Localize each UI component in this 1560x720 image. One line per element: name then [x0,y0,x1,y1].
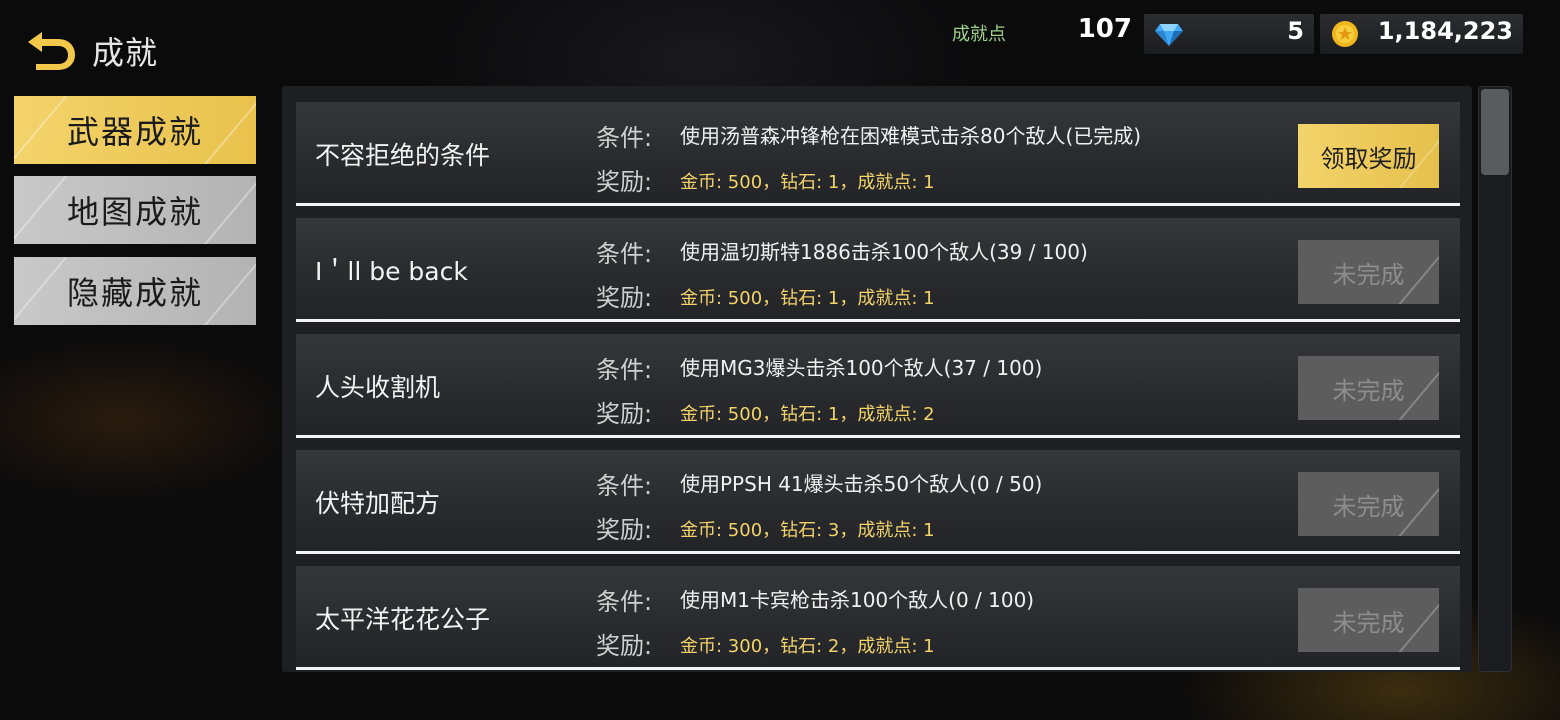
list-scrollbar[interactable] [1478,86,1512,672]
achievement-row: 伏特加配方 条件: 使用PPSH 41爆头击杀50个敌人(0 / 50) 奖励:… [296,450,1460,554]
achievement-name: 太平洋花花公子 [315,605,491,634]
diamond-counter: 5 [1144,14,1314,54]
reward-label: 奖励: [596,168,653,196]
back-arrow-icon [28,32,75,70]
condition-text: 使用MG3爆头击杀100个敌人(37 / 100) [680,356,1043,380]
reward-text: 金币: 500，钻石: 1，成就点: 1 [680,172,935,193]
achievement-name: I＇ll be back [315,257,468,286]
achievement-row: 人头收割机 条件: 使用MG3爆头击杀100个敌人(37 / 100) 奖励: … [296,334,1460,438]
incomplete-button: 未完成 [1298,472,1439,536]
tab-hidden-achievements[interactable]: 隐藏成就 [14,257,256,325]
achievement-row: 不容拒绝的条件 条件: 使用汤普森冲锋枪在困难模式击杀80个敌人(已完成) 奖励… [296,102,1460,206]
reward-label: 奖励: [596,400,653,428]
incomplete-button: 未完成 [1298,356,1439,420]
reward-label: 奖励: [596,516,653,544]
button-label: 未完成 [1332,376,1405,405]
condition-text: 使用PPSH 41爆头击杀50个敌人(0 / 50) [680,472,1043,496]
reward-label: 奖励: [596,632,653,660]
claim-reward-button[interactable]: 领取奖励 [1298,124,1439,188]
achievement-name: 不容拒绝的条件 [315,141,491,170]
coin-value: 1,184,223 [1377,17,1513,45]
condition-label: 条件: [596,472,653,500]
reward-text: 金币: 500，钻石: 3，成就点: 1 [680,520,935,541]
scrollbar-thumb[interactable] [1481,89,1509,175]
condition-text: 使用M1卡宾枪击杀100个敌人(0 / 100) [680,588,1035,612]
coin-counter: 1,184,223 [1320,14,1523,54]
condition-label: 条件: [596,588,653,616]
condition-label: 条件: [596,356,653,384]
back-button[interactable] [20,24,80,72]
button-label: 未完成 [1332,608,1405,637]
reward-label: 奖励: [596,284,653,312]
achievements-screen: 成就 成就点 107 5 1,184,223 武器成就 地图成就 隐藏成就 不容… [0,0,1560,720]
condition-label: 条件: [596,240,653,268]
tab-label: 隐藏成就 [66,274,203,312]
incomplete-button: 未完成 [1298,240,1439,304]
page-title: 成就 [92,34,159,72]
tab-map-achievements[interactable]: 地图成就 [14,176,256,244]
diamond-value: 5 [1287,17,1304,45]
button-label: 未完成 [1332,492,1405,521]
coin-icon [1332,21,1358,47]
achievement-points-label: 成就点 [952,24,1006,45]
condition-text: 使用汤普森冲锋枪在困难模式击杀80个敌人(已完成) [680,124,1142,148]
achievement-list[interactable]: 不容拒绝的条件 条件: 使用汤普森冲锋枪在困难模式击杀80个敌人(已完成) 奖励… [282,86,1472,672]
achievement-row: I＇ll be back 条件: 使用温切斯特1886击杀100个敌人(39 /… [296,218,1460,322]
achievement-name: 伏特加配方 [315,489,441,518]
tab-weapon-achievements[interactable]: 武器成就 [14,96,256,164]
achievement-name: 人头收割机 [315,373,441,402]
condition-label: 条件: [596,124,653,152]
achievement-row: 太平洋花花公子 条件: 使用M1卡宾枪击杀100个敌人(0 / 100) 奖励:… [296,566,1460,670]
tab-label: 武器成就 [66,113,203,151]
incomplete-button: 未完成 [1298,588,1439,652]
reward-text: 金币: 300，钻石: 2，成就点: 1 [680,636,935,657]
button-label: 领取奖励 [1320,144,1417,173]
achievement-points-value: 107 [1077,14,1132,44]
reward-text: 金币: 500，钻石: 1，成就点: 2 [680,404,935,425]
reward-text: 金币: 500，钻石: 1，成就点: 1 [680,288,935,309]
tab-label: 地图成就 [66,193,203,231]
diamond-icon [1155,24,1183,46]
button-label: 未完成 [1332,260,1405,289]
condition-text: 使用温切斯特1886击杀100个敌人(39 / 100) [680,240,1088,264]
